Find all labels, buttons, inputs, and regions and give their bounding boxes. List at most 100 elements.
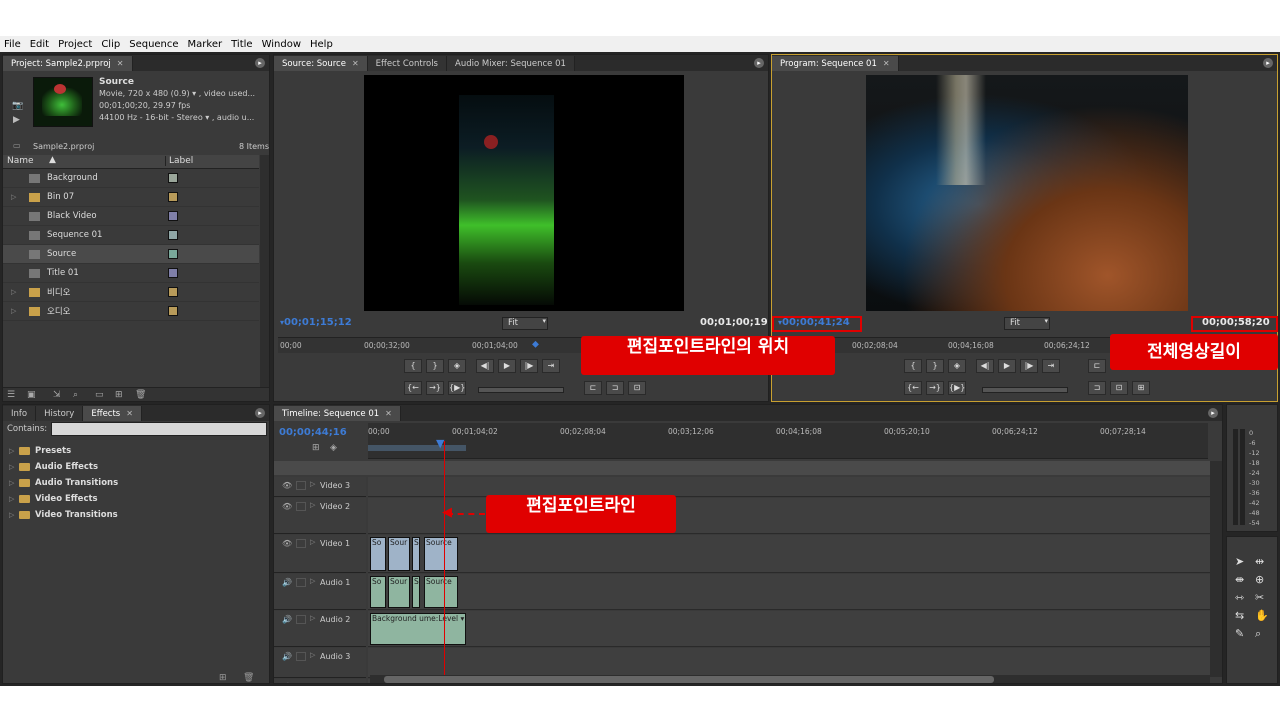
- track-header[interactable]: 🔊 ▷ Audio 1: [274, 574, 366, 610]
- menu-clip[interactable]: Clip: [101, 39, 120, 50]
- video-clip[interactable]: So: [370, 537, 386, 571]
- label-swatch[interactable]: [168, 192, 178, 202]
- list-item[interactable]: Sequence 01: [3, 226, 259, 245]
- expand-icon[interactable]: ▷: [9, 463, 14, 471]
- jog-shuttle[interactable]: [478, 387, 564, 393]
- speaker-icon[interactable]: 🔊: [282, 652, 292, 661]
- list-item[interactable]: ▷ 오디오: [3, 302, 259, 321]
- lock-toggle[interactable]: [296, 683, 306, 684]
- insert-button[interactable]: ⊏: [584, 381, 602, 395]
- step-back-button[interactable]: ◀|: [976, 359, 994, 373]
- expand-icon[interactable]: ▷: [310, 480, 315, 488]
- goto-in-button[interactable]: {←: [904, 381, 922, 395]
- menu-window[interactable]: Window: [262, 39, 301, 50]
- panel-menu-icon[interactable]: ▸: [1263, 58, 1273, 68]
- close-icon[interactable]: ✕: [883, 59, 890, 68]
- lock-toggle[interactable]: [296, 502, 306, 511]
- expand-icon[interactable]: ▷: [9, 479, 14, 487]
- automate-icon[interactable]: ⇲: [53, 390, 61, 400]
- marker-icon[interactable]: ◈: [330, 443, 337, 453]
- lock-toggle[interactable]: [296, 578, 306, 587]
- menu-sequence[interactable]: Sequence: [129, 39, 178, 50]
- extract-button[interactable]: ⊐: [1088, 381, 1106, 395]
- rolling-edit-icon[interactable]: ⊕: [1255, 573, 1264, 586]
- hand-icon[interactable]: ✋: [1255, 609, 1269, 622]
- expand-icon[interactable]: ▷: [9, 511, 14, 519]
- set-marker-button[interactable]: ◈: [448, 359, 466, 373]
- goto-in-button[interactable]: {←: [404, 381, 422, 395]
- track-header[interactable]: 👁 ▷ Video 1: [274, 535, 366, 573]
- panel-menu-icon[interactable]: ▸: [1208, 408, 1218, 418]
- new-bin-icon[interactable]: ▭: [95, 390, 104, 400]
- effects-search-input[interactable]: [51, 422, 267, 436]
- label-swatch[interactable]: [168, 173, 178, 183]
- jog-shuttle[interactable]: [982, 387, 1068, 393]
- rate-stretch-icon[interactable]: ⇿: [1235, 591, 1244, 604]
- track-header[interactable]: 🔊 ▷ Audio 3: [274, 648, 366, 678]
- expand-icon[interactable]: ▷: [11, 307, 16, 315]
- lock-toggle[interactable]: [296, 539, 306, 548]
- list-item[interactable]: ▷ Bin 07: [3, 188, 259, 207]
- tab-info[interactable]: Info: [3, 406, 37, 421]
- tab-timeline[interactable]: Timeline: Sequence 01 ✕: [274, 406, 401, 421]
- track-lane[interactable]: [368, 648, 1210, 678]
- new-item-icon[interactable]: ⊞: [115, 390, 123, 400]
- step-back-button[interactable]: ◀|: [476, 359, 494, 373]
- effects-folder[interactable]: ▷ Audio Transitions: [9, 475, 118, 491]
- audio-clip[interactable]: So: [370, 576, 386, 608]
- list-item[interactable]: Source: [3, 245, 259, 264]
- expand-icon[interactable]: ▷: [310, 538, 315, 546]
- effects-folder[interactable]: ▷ Audio Effects: [9, 459, 98, 475]
- menu-title[interactable]: Title: [231, 39, 252, 50]
- razor-icon[interactable]: ✂: [1255, 591, 1264, 604]
- tab-audio-mixer[interactable]: Audio Mixer: Sequence 01: [447, 56, 575, 71]
- video-clip[interactable]: Source: [424, 537, 458, 571]
- trim-button[interactable]: ⊡: [1110, 381, 1128, 395]
- source-video[interactable]: [364, 75, 684, 311]
- track-lane[interactable]: [368, 611, 1210, 647]
- lock-toggle[interactable]: [296, 615, 306, 624]
- col-label[interactable]: Label: [165, 156, 193, 166]
- program-fit-select[interactable]: Fit ▾: [1004, 317, 1050, 330]
- eye-icon[interactable]: 👁: [282, 481, 292, 490]
- tab-program[interactable]: Program: Sequence 01 ✕: [772, 56, 899, 71]
- source-playhead-timecode[interactable]: ▾00;01;15;12: [280, 317, 352, 328]
- selection-tool-icon[interactable]: ➤: [1235, 555, 1244, 568]
- expand-icon[interactable]: ▷: [11, 193, 16, 201]
- playhead-icon[interactable]: ⬥: [532, 339, 539, 350]
- tab-source[interactable]: Source: Source ✕: [274, 56, 368, 71]
- output-button[interactable]: ⊡: [628, 381, 646, 395]
- tab-project[interactable]: Project: Sample2.prproj ✕: [3, 56, 133, 71]
- track-header[interactable]: 🔊 ▷ Master: [274, 679, 366, 684]
- mark-in-button[interactable]: {: [904, 359, 922, 373]
- expand-icon[interactable]: ▷: [11, 288, 16, 296]
- source-fit-select[interactable]: Fit ▾: [502, 317, 548, 330]
- video-clip[interactable]: S: [412, 537, 420, 571]
- output-button[interactable]: ⊞: [1132, 381, 1150, 395]
- video-clip[interactable]: Sour: [388, 537, 410, 571]
- close-icon[interactable]: ✕: [352, 59, 359, 68]
- camera-icon[interactable]: 📷: [12, 101, 23, 111]
- lift-button[interactable]: ⊏: [1088, 359, 1106, 373]
- audio-clip[interactable]: Sour: [388, 576, 410, 608]
- goto-out-button[interactable]: →}: [926, 381, 944, 395]
- audio-clip[interactable]: S: [412, 576, 420, 608]
- sort-asc-icon[interactable]: ▲: [49, 155, 56, 165]
- audio-clip[interactable]: Background ume:Level ▾: [370, 613, 466, 645]
- menu-edit[interactable]: Edit: [30, 39, 49, 50]
- hscroll-thumb[interactable]: [384, 676, 994, 683]
- effects-folder[interactable]: ▷ Video Effects: [9, 491, 98, 507]
- play-icon[interactable]: ▶: [13, 115, 20, 125]
- track-select-icon[interactable]: ⇹: [1255, 555, 1264, 568]
- audio-clip[interactable]: Source: [424, 576, 458, 608]
- list-item[interactable]: Title 01: [3, 264, 259, 283]
- program-video[interactable]: [866, 75, 1188, 311]
- tab-effects[interactable]: Effects ✕: [83, 406, 142, 421]
- timeline-timecode[interactable]: 00;00;44;16: [279, 427, 347, 438]
- track-header[interactable]: 👁 ▷ Video 3: [274, 477, 366, 497]
- menu-project[interactable]: Project: [58, 39, 92, 50]
- slip-tool-icon[interactable]: ⇆: [1235, 609, 1244, 622]
- close-icon[interactable]: ✕: [117, 59, 124, 68]
- step-forward-button[interactable]: |▶: [1020, 359, 1038, 373]
- new-bin-icon[interactable]: ⊞: [219, 673, 227, 683]
